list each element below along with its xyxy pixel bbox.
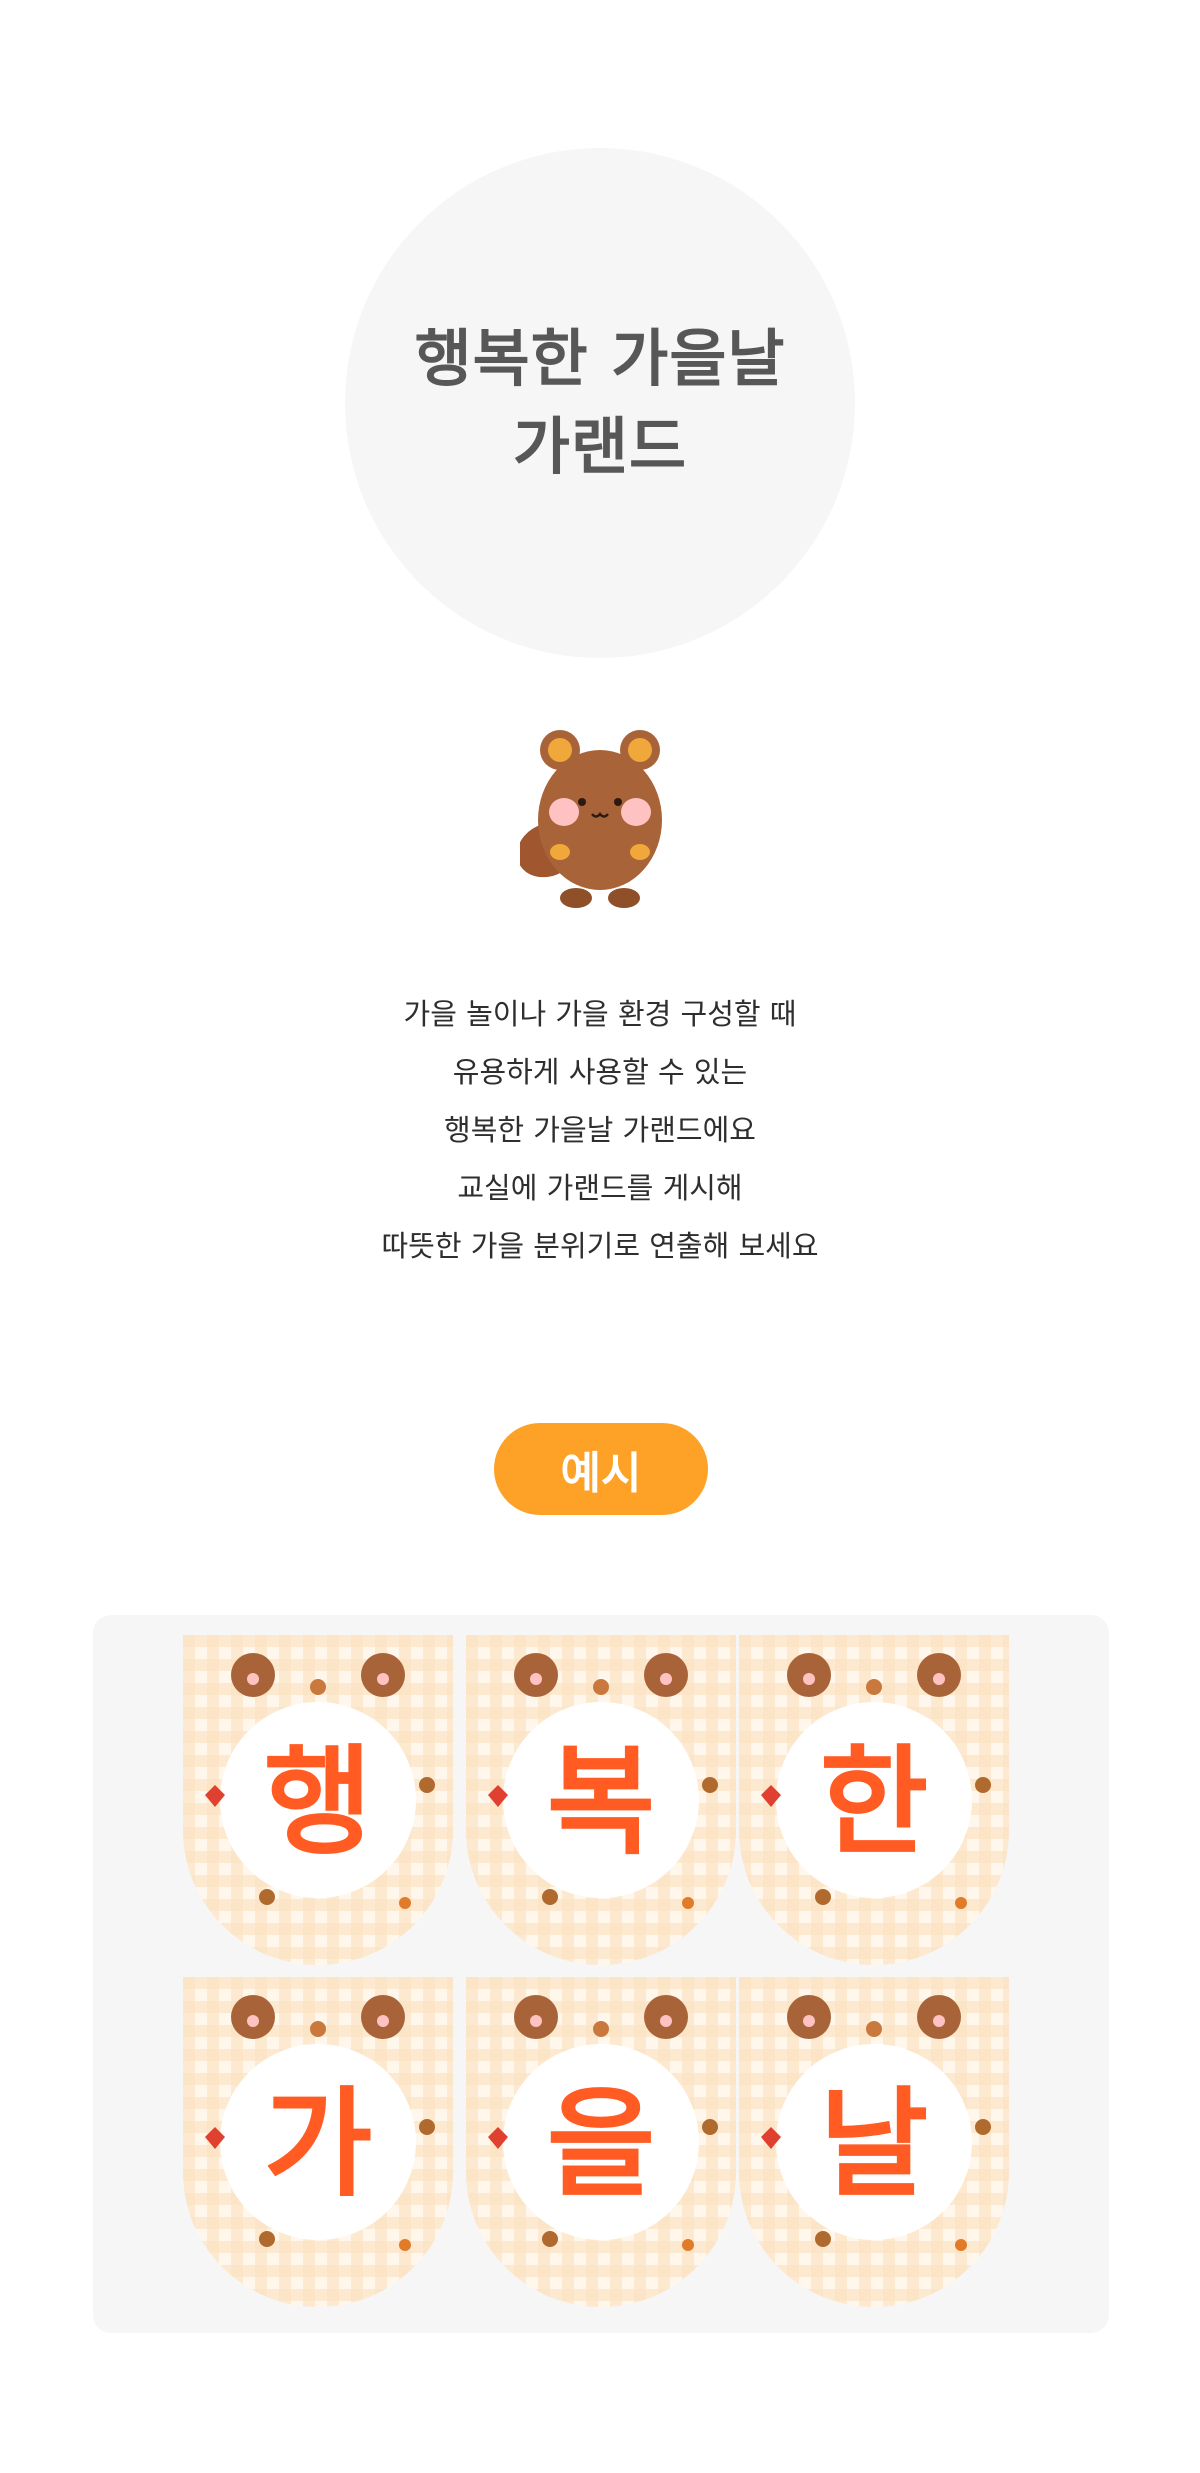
page-title: 행복한 가을날 가랜드 (415, 315, 786, 491)
pennant-card: 가 (183, 1977, 453, 2307)
pennant-letter: 한 (819, 1733, 929, 1871)
description-line: 행복한 가을날 가랜드에요 (444, 1113, 756, 1147)
page-title-line-2: 가랜드 (512, 410, 688, 483)
pennant-letter: 복 (546, 1733, 656, 1871)
pennant-letter: 가 (263, 2075, 373, 2213)
example-badge: 예시 (494, 1423, 708, 1515)
pennant-card: 을 (466, 1977, 736, 2307)
pennant-card: 복 (466, 1635, 736, 1965)
description-text: 가을 놀이나 가을 환경 구성할 때 유용하게 사용할 수 있는 행복한 가을날… (0, 985, 1200, 1275)
beaver-mascot-icon (516, 730, 680, 910)
pennant-letter: 행 (263, 1733, 373, 1871)
pennant-letter: 을 (546, 2075, 656, 2213)
example-preview-panel: 행 복 한가 을 날 (93, 1615, 1109, 2333)
pennant-card: 한 (739, 1635, 1009, 1965)
description-line: 가을 놀이나 가을 환경 구성할 때 (403, 997, 797, 1031)
title-circle: 행복한 가을날 가랜드 (345, 148, 855, 658)
page-title-line-1: 행복한 가을날 (414, 322, 786, 395)
description-line: 따뜻한 가을 분위기로 연출해 보세요 (381, 1229, 819, 1263)
pennant-card: 날 (739, 1977, 1009, 2307)
pennant-letter: 날 (819, 2075, 929, 2213)
pennant-card: 행 (183, 1635, 453, 1965)
description-line: 교실에 가랜드를 게시해 (457, 1171, 743, 1205)
description-line: 유용하게 사용할 수 있는 (452, 1055, 748, 1089)
